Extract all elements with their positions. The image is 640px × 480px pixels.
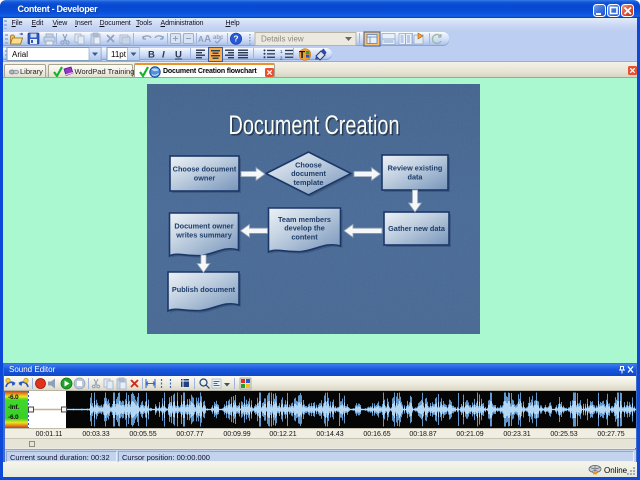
svg-text:develop the: develop the: [284, 224, 325, 233]
svg-text:?: ?: [233, 34, 238, 44]
svg-text:Review existing: Review existing: [388, 164, 443, 173]
svg-text:1: 1: [280, 49, 283, 54]
svg-text:T: T: [299, 50, 305, 61]
svg-text:content: content: [291, 232, 318, 241]
svg-text:Gather new data: Gather new data: [388, 224, 446, 233]
svg-text:owner: owner: [194, 174, 216, 183]
svg-text:Document Creation: Document Creation: [229, 110, 400, 140]
svg-text:Document owner: Document owner: [174, 222, 233, 231]
svg-text:Team members: Team members: [278, 215, 331, 224]
svg-text:U: U: [175, 50, 182, 61]
svg-text:B: B: [148, 50, 155, 61]
svg-text:Choose: Choose: [295, 160, 322, 169]
svg-text:document: document: [291, 169, 326, 178]
svg-text:template: template: [293, 178, 323, 187]
svg-text:2: 2: [280, 56, 283, 61]
svg-text:Publish document: Publish document: [172, 285, 236, 294]
svg-text:Arial: Arial: [12, 50, 28, 59]
svg-text:Choose document: Choose document: [173, 165, 237, 174]
svg-text:Details view: Details view: [261, 35, 304, 44]
svg-text:data: data: [407, 173, 423, 182]
svg-text:I: I: [162, 50, 165, 61]
svg-text:abc: abc: [213, 35, 224, 41]
svg-text:11pt: 11pt: [111, 50, 127, 59]
svg-text:writes summary: writes summary: [175, 231, 233, 240]
svg-text:A: A: [204, 34, 211, 45]
